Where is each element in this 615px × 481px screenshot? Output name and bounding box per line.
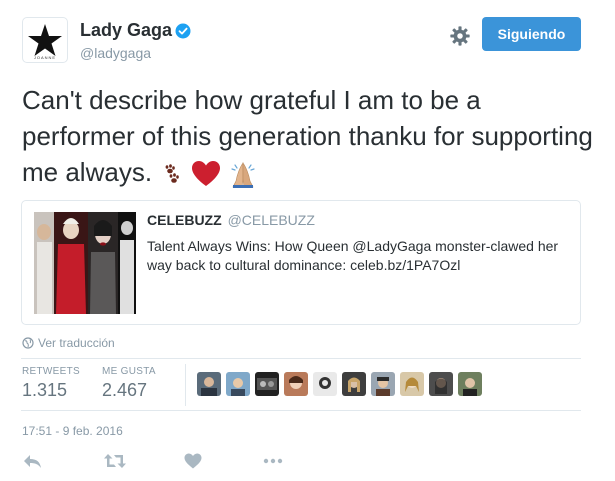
retweets-label: RETWEETS (22, 366, 80, 377)
globe-icon (22, 337, 34, 349)
paw-prints-icon (165, 164, 179, 183)
gear-icon[interactable] (449, 25, 471, 47)
likes-stat[interactable]: ME GUSTA 2.467 (102, 366, 156, 401)
quoted-author: CELEBUZZ @CELEBUZZ (147, 212, 315, 228)
user-handle[interactable]: @ladygaga (80, 45, 151, 61)
quoted-tweet-image (34, 212, 136, 314)
more-icon[interactable] (262, 452, 284, 470)
liker-avatar[interactable] (226, 372, 250, 396)
likers-avatars (197, 372, 482, 396)
liker-avatar[interactable] (255, 372, 279, 396)
praying-hands-icon (231, 162, 255, 188)
retweets-count: 1.315 (22, 380, 68, 400)
liker-avatar[interactable] (313, 372, 337, 396)
tweet-timestamp[interactable]: 17:51 - 9 feb. 2016 (22, 424, 123, 438)
like-icon[interactable] (183, 452, 203, 470)
liker-avatar[interactable] (400, 372, 424, 396)
quoted-tweet-text: Talent Always Wins: How Queen @LadyGaga … (147, 238, 559, 273)
user-name[interactable]: Lady Gaga (80, 20, 172, 41)
verified-badge-icon (175, 23, 191, 39)
stats-separator (185, 364, 186, 406)
profile-avatar[interactable]: JOANNE (22, 17, 68, 63)
avatar-caption: JOANNE (33, 55, 57, 60)
liker-avatar[interactable] (342, 372, 366, 396)
likes-count: 2.467 (102, 380, 148, 400)
translate-link[interactable]: Ver traducción (22, 336, 115, 350)
translate-label: Ver traducción (38, 336, 115, 350)
liker-avatar[interactable] (458, 372, 482, 396)
tweet-text: Can't describe how grateful I am to be a… (22, 85, 593, 187)
stats-bottom-divider (21, 410, 581, 411)
liker-avatar[interactable] (284, 372, 308, 396)
reply-icon[interactable] (22, 452, 44, 470)
collage-image (34, 212, 136, 314)
likes-label: ME GUSTA (102, 366, 156, 377)
tweet-text-block: Can't describe how grateful I am to be a… (22, 82, 597, 190)
quoted-author-handle: @CELEBUZZ (227, 212, 315, 228)
stats-top-divider (21, 358, 581, 359)
following-button[interactable]: Siguiendo (482, 17, 581, 51)
liker-avatar[interactable] (197, 372, 221, 396)
quoted-author-name: CELEBUZZ (147, 212, 222, 228)
quoted-tweet-card[interactable]: CELEBUZZ @CELEBUZZ Talent Always Wins: H… (21, 200, 581, 325)
tweet-emojis (160, 159, 258, 189)
red-heart-icon (192, 161, 221, 186)
liker-avatar[interactable] (371, 372, 395, 396)
retweets-stat[interactable]: RETWEETS 1.315 (22, 366, 80, 401)
retweet-icon[interactable] (103, 452, 127, 470)
liker-avatar[interactable] (429, 372, 453, 396)
